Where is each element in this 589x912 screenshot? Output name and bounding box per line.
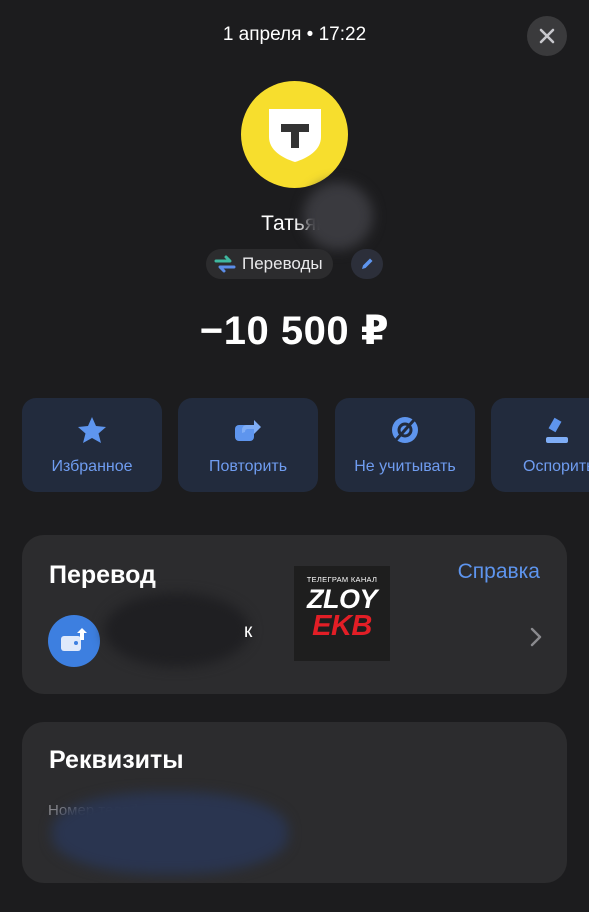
telegram-channel-banner: ТЕЛЕГРАМ КАНАЛ ZLOY EKB bbox=[294, 566, 390, 661]
account-name-tail: к bbox=[244, 621, 253, 642]
close-button[interactable] bbox=[527, 16, 567, 56]
exclude-label: Не учитывать bbox=[354, 458, 456, 475]
repeat-label: Повторить bbox=[208, 458, 288, 475]
repeat-button[interactable]: Повторить bbox=[178, 398, 318, 492]
transaction-amount: −10 500 ₽ bbox=[199, 309, 390, 353]
favorite-button[interactable]: Избранное bbox=[22, 398, 162, 492]
edit-category-button[interactable] bbox=[351, 249, 383, 279]
chevron-right-icon bbox=[530, 627, 542, 647]
dispute-label: Оспорить bbox=[523, 458, 589, 475]
redaction-blur bbox=[52, 792, 288, 874]
pencil-icon bbox=[362, 258, 373, 269]
exclude-button[interactable]: Не учитывать bbox=[335, 398, 475, 492]
transfer-card: Перевод Справка ТЕЛЕГРАМ КАНАЛ ZLOY EKB … bbox=[22, 535, 567, 694]
redaction-blur bbox=[303, 182, 373, 250]
banner-word-ekb: EKB bbox=[312, 610, 372, 642]
exclude-icon bbox=[392, 417, 418, 443]
category-label: Переводы bbox=[242, 254, 323, 273]
transaction-date: 1 апреля • 17:22 bbox=[222, 24, 367, 45]
requisites-title: Реквизиты bbox=[49, 746, 184, 774]
transfer-arrows-icon bbox=[214, 255, 236, 273]
category-chip[interactable]: Переводы bbox=[206, 249, 333, 279]
tbank-shield-icon bbox=[268, 108, 321, 162]
close-icon bbox=[539, 28, 555, 44]
merchant-name: Татьян bbox=[261, 212, 328, 235]
merchant-logo bbox=[241, 81, 348, 188]
repeat-icon bbox=[235, 420, 261, 441]
banner-subtitle: ТЕЛЕГРАМ КАНАЛ bbox=[306, 575, 378, 584]
wallet-transfer-icon bbox=[61, 628, 87, 651]
dispute-button[interactable]: Оспорить bbox=[491, 398, 589, 492]
gavel-icon bbox=[546, 417, 568, 443]
account-avatar bbox=[48, 615, 100, 667]
redaction-blur bbox=[104, 593, 250, 667]
requisites-card: Реквизиты Номер телефона bbox=[22, 722, 567, 883]
favorite-label: Избранное bbox=[51, 458, 133, 475]
transfer-title: Перевод bbox=[49, 561, 156, 589]
star-icon bbox=[78, 417, 106, 443]
help-link[interactable]: Справка bbox=[458, 560, 540, 584]
